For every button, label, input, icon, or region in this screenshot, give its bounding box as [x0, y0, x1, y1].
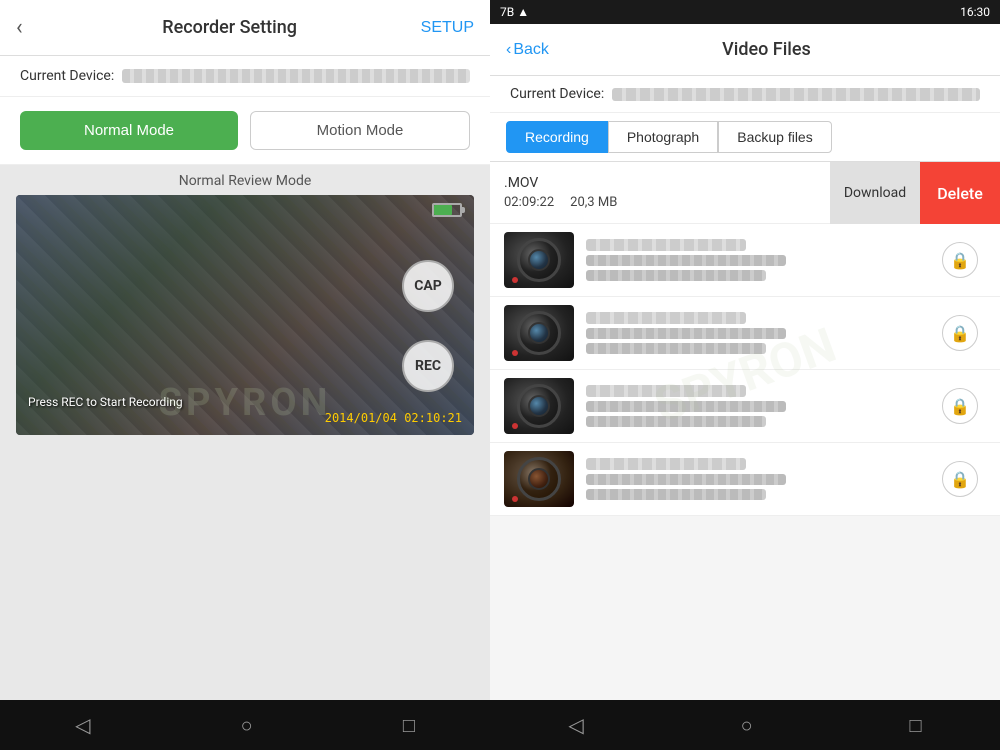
- mode-buttons-row: Normal Mode Motion Mode: [0, 97, 490, 165]
- left-nav-back-icon[interactable]: ◁: [75, 713, 90, 737]
- left-device-row: Current Device:: [0, 56, 490, 97]
- left-nav-recent-icon[interactable]: □: [403, 713, 415, 738]
- download-action-button[interactable]: Download: [830, 162, 920, 224]
- left-header: ‹ Recorder Setting SETUP: [0, 0, 490, 56]
- file-meta-blur-3b: [586, 416, 766, 427]
- left-device-name-blurred: [122, 69, 470, 83]
- right-device-row: Current Device:: [490, 76, 1000, 113]
- status-time: 16:30: [960, 5, 990, 19]
- battery-tip: [462, 207, 465, 213]
- rec-label: REC: [415, 358, 441, 374]
- file-info-1: [586, 239, 930, 281]
- status-left-icons: 7B ▲: [500, 5, 529, 19]
- video-preview: CAP REC Press REC to Start Recording 201…: [16, 195, 474, 435]
- tab-row: Recording Photograph Backup files: [490, 113, 1000, 162]
- download-label: Download: [844, 185, 906, 201]
- lock-icon-2[interactable]: 🔒: [942, 315, 978, 351]
- file-item: 🔒: [490, 297, 1000, 370]
- battery-icon: [432, 203, 462, 217]
- delete-label: Delete: [937, 184, 983, 203]
- left-back-icon[interactable]: ‹: [16, 15, 23, 40]
- right-nav-back-icon[interactable]: ◁: [568, 713, 583, 737]
- right-back-label: Back: [513, 41, 549, 59]
- lens-inner-4: [528, 468, 550, 490]
- left-device-label: Current Device:: [20, 68, 114, 84]
- tab-recording[interactable]: Recording: [506, 121, 608, 153]
- right-title: Video Files: [549, 39, 984, 60]
- file-thumbnail-1: [504, 232, 574, 288]
- lens-inner-2: [528, 322, 550, 344]
- file-info-2: [586, 312, 930, 354]
- lens-dot-2: [512, 350, 518, 356]
- file-thumbnail-2: [504, 305, 574, 361]
- left-panel: ‹ Recorder Setting SETUP Current Device:…: [0, 0, 490, 750]
- cap-button[interactable]: CAP: [402, 260, 454, 312]
- first-file-duration: 02:09:22: [504, 195, 554, 210]
- file-name-blur-3: [586, 385, 746, 397]
- cap-label: CAP: [414, 278, 442, 294]
- file-info-4: [586, 458, 930, 500]
- lens-outer-2: [517, 311, 561, 355]
- file-meta-blur-2b: [586, 343, 766, 354]
- lens-outer-1: [517, 238, 561, 282]
- rec-button[interactable]: REC: [402, 340, 454, 392]
- file-name-blur-4: [586, 458, 746, 470]
- lock-icon-3[interactable]: 🔒: [942, 388, 978, 424]
- tab-photograph[interactable]: Photograph: [608, 121, 718, 153]
- file-meta-blur-4: [586, 474, 786, 485]
- right-nav-recent-icon[interactable]: □: [909, 713, 921, 738]
- first-file-size: 20,3 MB: [570, 195, 617, 210]
- right-header: ‹ Back Video Files: [490, 24, 1000, 76]
- right-nav-home-icon[interactable]: ○: [741, 713, 753, 738]
- lens-dot-3: [512, 423, 518, 429]
- right-back-chevron: ‹: [506, 41, 511, 59]
- lens-outer-3: [517, 384, 561, 428]
- lock-icon-1[interactable]: 🔒: [942, 242, 978, 278]
- file-item: 🔒: [490, 224, 1000, 297]
- lens-dot-1: [512, 277, 518, 283]
- file-item: 🔒: [490, 370, 1000, 443]
- file-name-blur-2: [586, 312, 746, 324]
- right-bottom-nav: ◁ ○ □: [490, 700, 1000, 750]
- left-title: Recorder Setting: [39, 17, 421, 38]
- video-timestamp: 2014/01/04 02:10:21: [325, 411, 462, 425]
- file-item: 🔒: [490, 443, 1000, 516]
- battery-fill: [434, 205, 452, 215]
- status-bar: 7B ▲ 16:30: [490, 0, 1000, 24]
- tab-backup[interactable]: Backup files: [718, 121, 831, 153]
- left-bottom-nav: ◁ ○ □: [0, 700, 490, 750]
- normal-mode-button[interactable]: Normal Mode: [20, 111, 238, 150]
- lens-outer-4: [517, 457, 561, 501]
- file-thumbnail-3: [504, 378, 574, 434]
- file-meta-blur-2: [586, 328, 786, 339]
- lens-inner-1: [528, 249, 550, 271]
- lens-dot-4: [512, 496, 518, 502]
- motion-mode-button[interactable]: Motion Mode: [250, 111, 470, 150]
- file-name-blur-1: [586, 239, 746, 251]
- lens-inner-3: [528, 395, 550, 417]
- file-meta-blur-1: [586, 255, 786, 266]
- swipe-actions: Download Delete: [830, 162, 1000, 224]
- review-mode-label: Normal Review Mode: [0, 165, 490, 195]
- lock-icon-4[interactable]: 🔒: [942, 461, 978, 497]
- file-meta-blur-3: [586, 401, 786, 412]
- right-back-button[interactable]: ‹ Back: [506, 41, 549, 59]
- setup-button[interactable]: SETUP: [421, 19, 474, 37]
- left-nav-home-icon[interactable]: ○: [241, 713, 253, 738]
- right-panel: 7B ▲ 16:30 ‹ Back Video Files Current De…: [490, 0, 1000, 750]
- file-list: .MOV 02:09:22 20,3 MB Download Delete: [490, 162, 1000, 700]
- press-rec-text: Press REC to Start Recording: [28, 395, 183, 409]
- file-thumbnail-4: [504, 451, 574, 507]
- file-meta-blur-4b: [586, 489, 766, 500]
- right-device-name-blurred: [612, 88, 980, 101]
- file-meta-blur-1b: [586, 270, 766, 281]
- file-info-3: [586, 385, 930, 427]
- first-file-item-wrapper: .MOV 02:09:22 20,3 MB Download Delete: [490, 162, 1000, 224]
- right-device-label: Current Device:: [510, 86, 604, 102]
- delete-action-button[interactable]: Delete: [920, 162, 1000, 224]
